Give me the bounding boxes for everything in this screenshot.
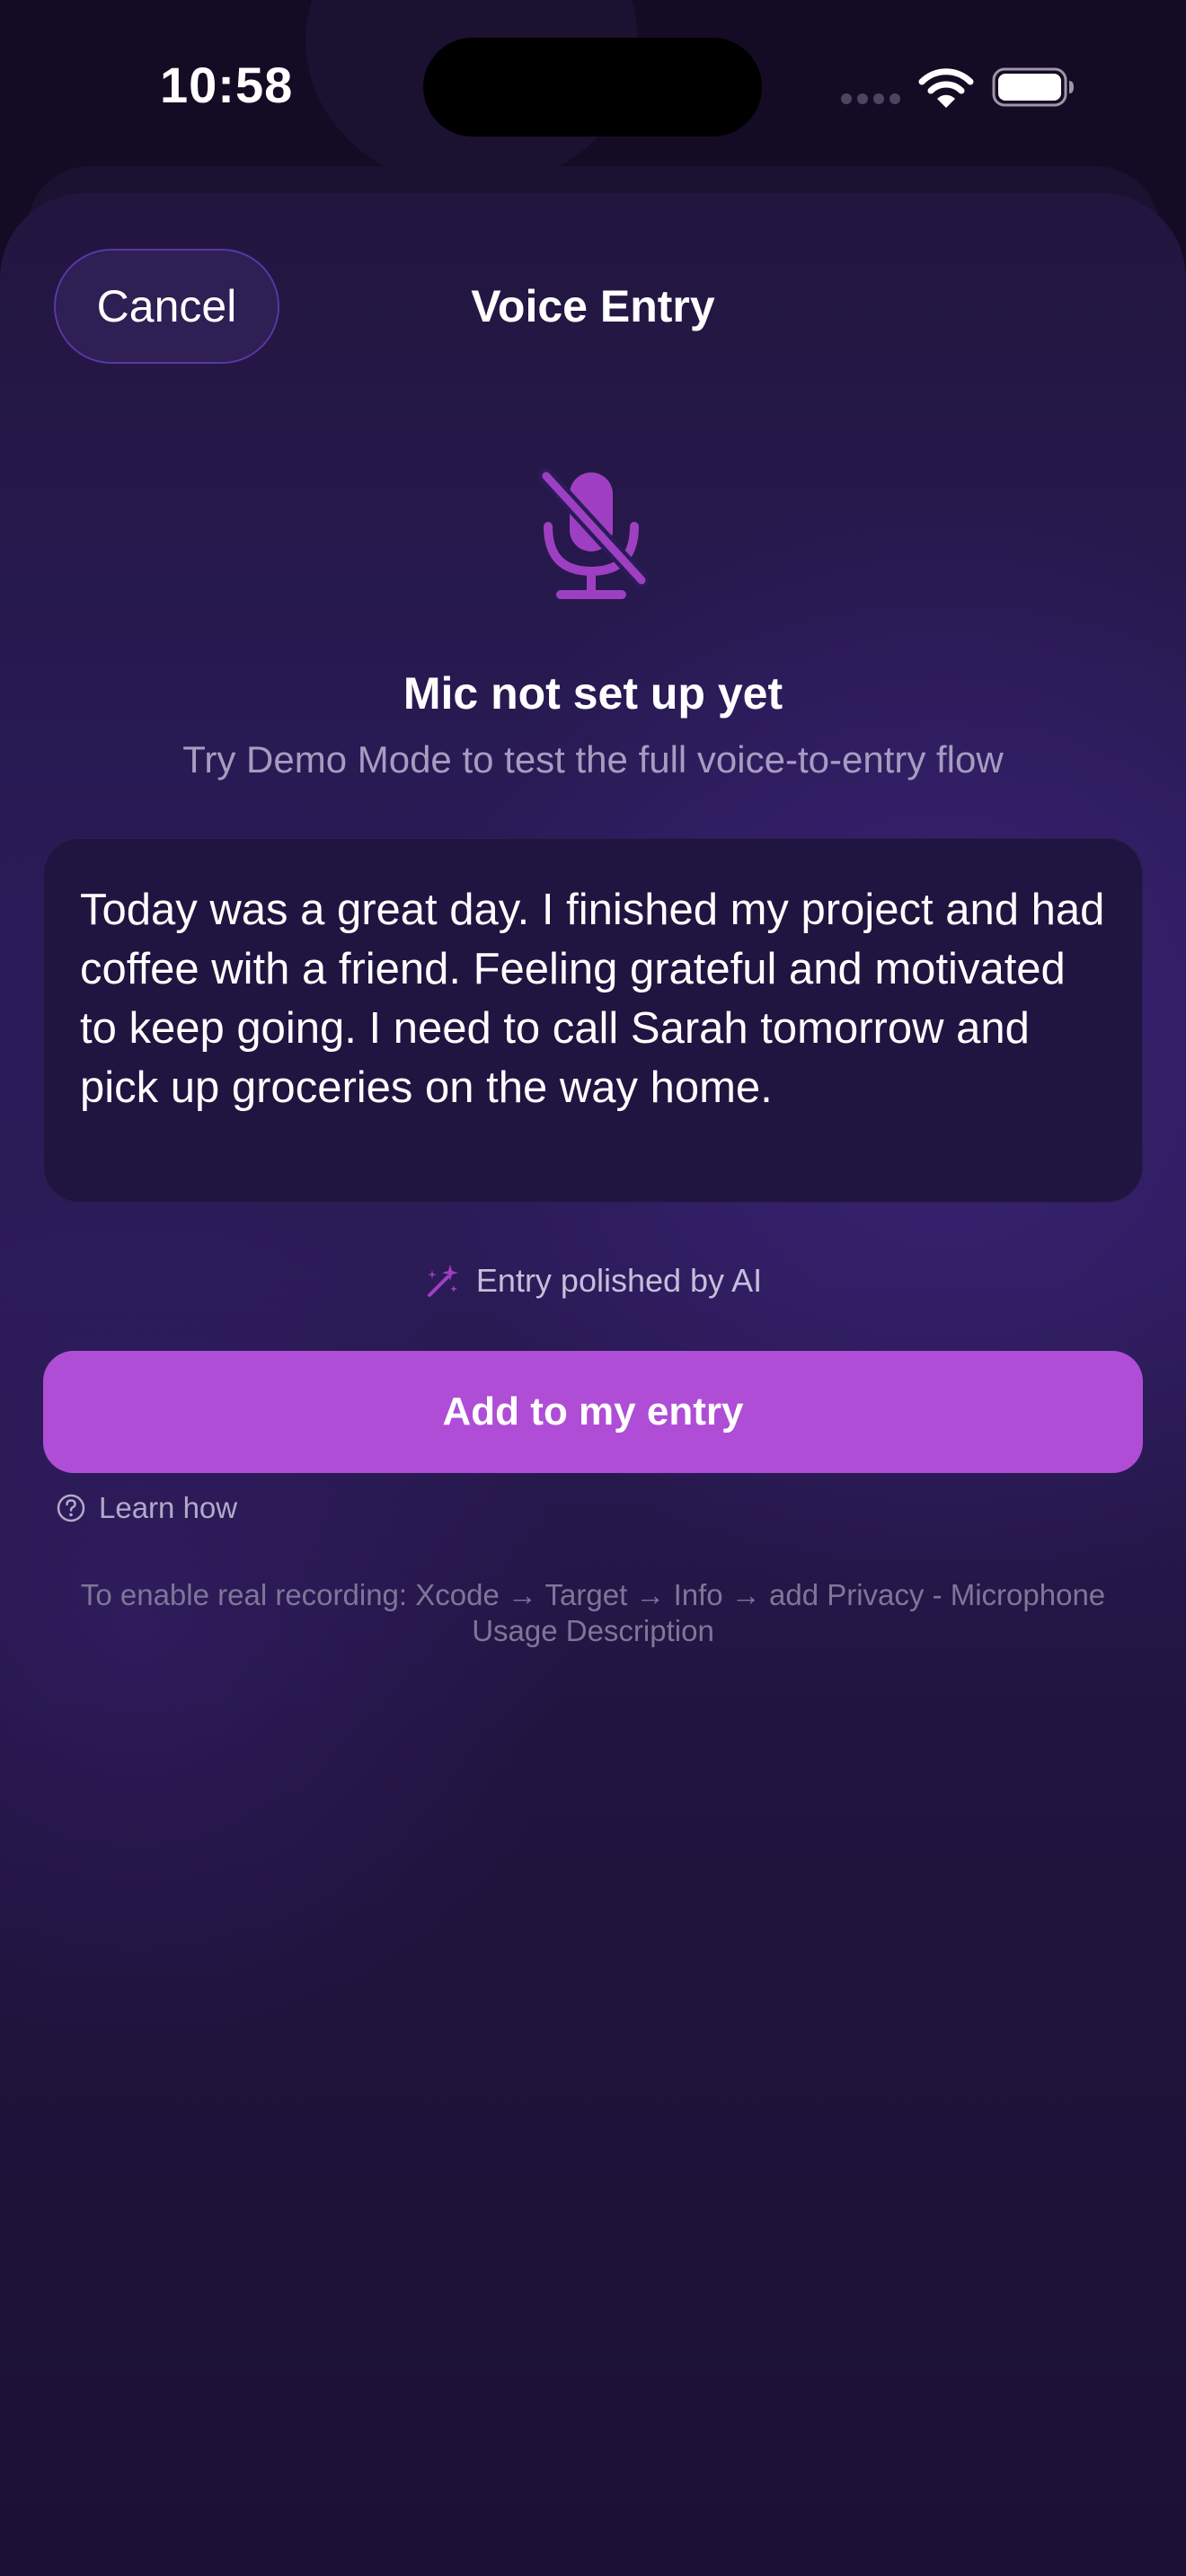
ai-polished-note: Entry polished by AI xyxy=(0,1256,1186,1306)
status-bar: 10:58 xyxy=(0,0,1186,171)
cancel-button[interactable]: Cancel xyxy=(54,249,279,364)
mic-status-title: Mic not set up yet xyxy=(403,668,783,719)
question-circle-icon xyxy=(57,1494,85,1522)
ai-polished-label: Entry polished by AI xyxy=(475,1262,763,1299)
sheet-title: Voice Entry xyxy=(471,281,715,331)
status-time: 10:58 xyxy=(160,57,294,113)
cellular-signal-icon xyxy=(841,93,900,104)
sparkles-icon xyxy=(427,1265,458,1297)
battery-icon xyxy=(992,67,1074,107)
transcript-text: Today was a great day. I finished my pro… xyxy=(80,886,1105,1112)
mic-off-icon xyxy=(538,468,649,599)
wifi-icon xyxy=(918,68,974,108)
learn-how-link[interactable]: Learn how xyxy=(56,1489,237,1527)
learn-how-label: Learn how xyxy=(99,1491,238,1524)
add-to-entry-button[interactable]: Add to my entry xyxy=(43,1351,1143,1473)
setup-hint: To enable real recording: Xcode → Target… xyxy=(80,1578,1106,1647)
mic-status-subtitle: Try Demo Mode to test the full voice-to-… xyxy=(182,738,1004,781)
transcript-card[interactable]: Today was a great day. I finished my pro… xyxy=(43,838,1143,1203)
dynamic-island xyxy=(423,38,762,137)
